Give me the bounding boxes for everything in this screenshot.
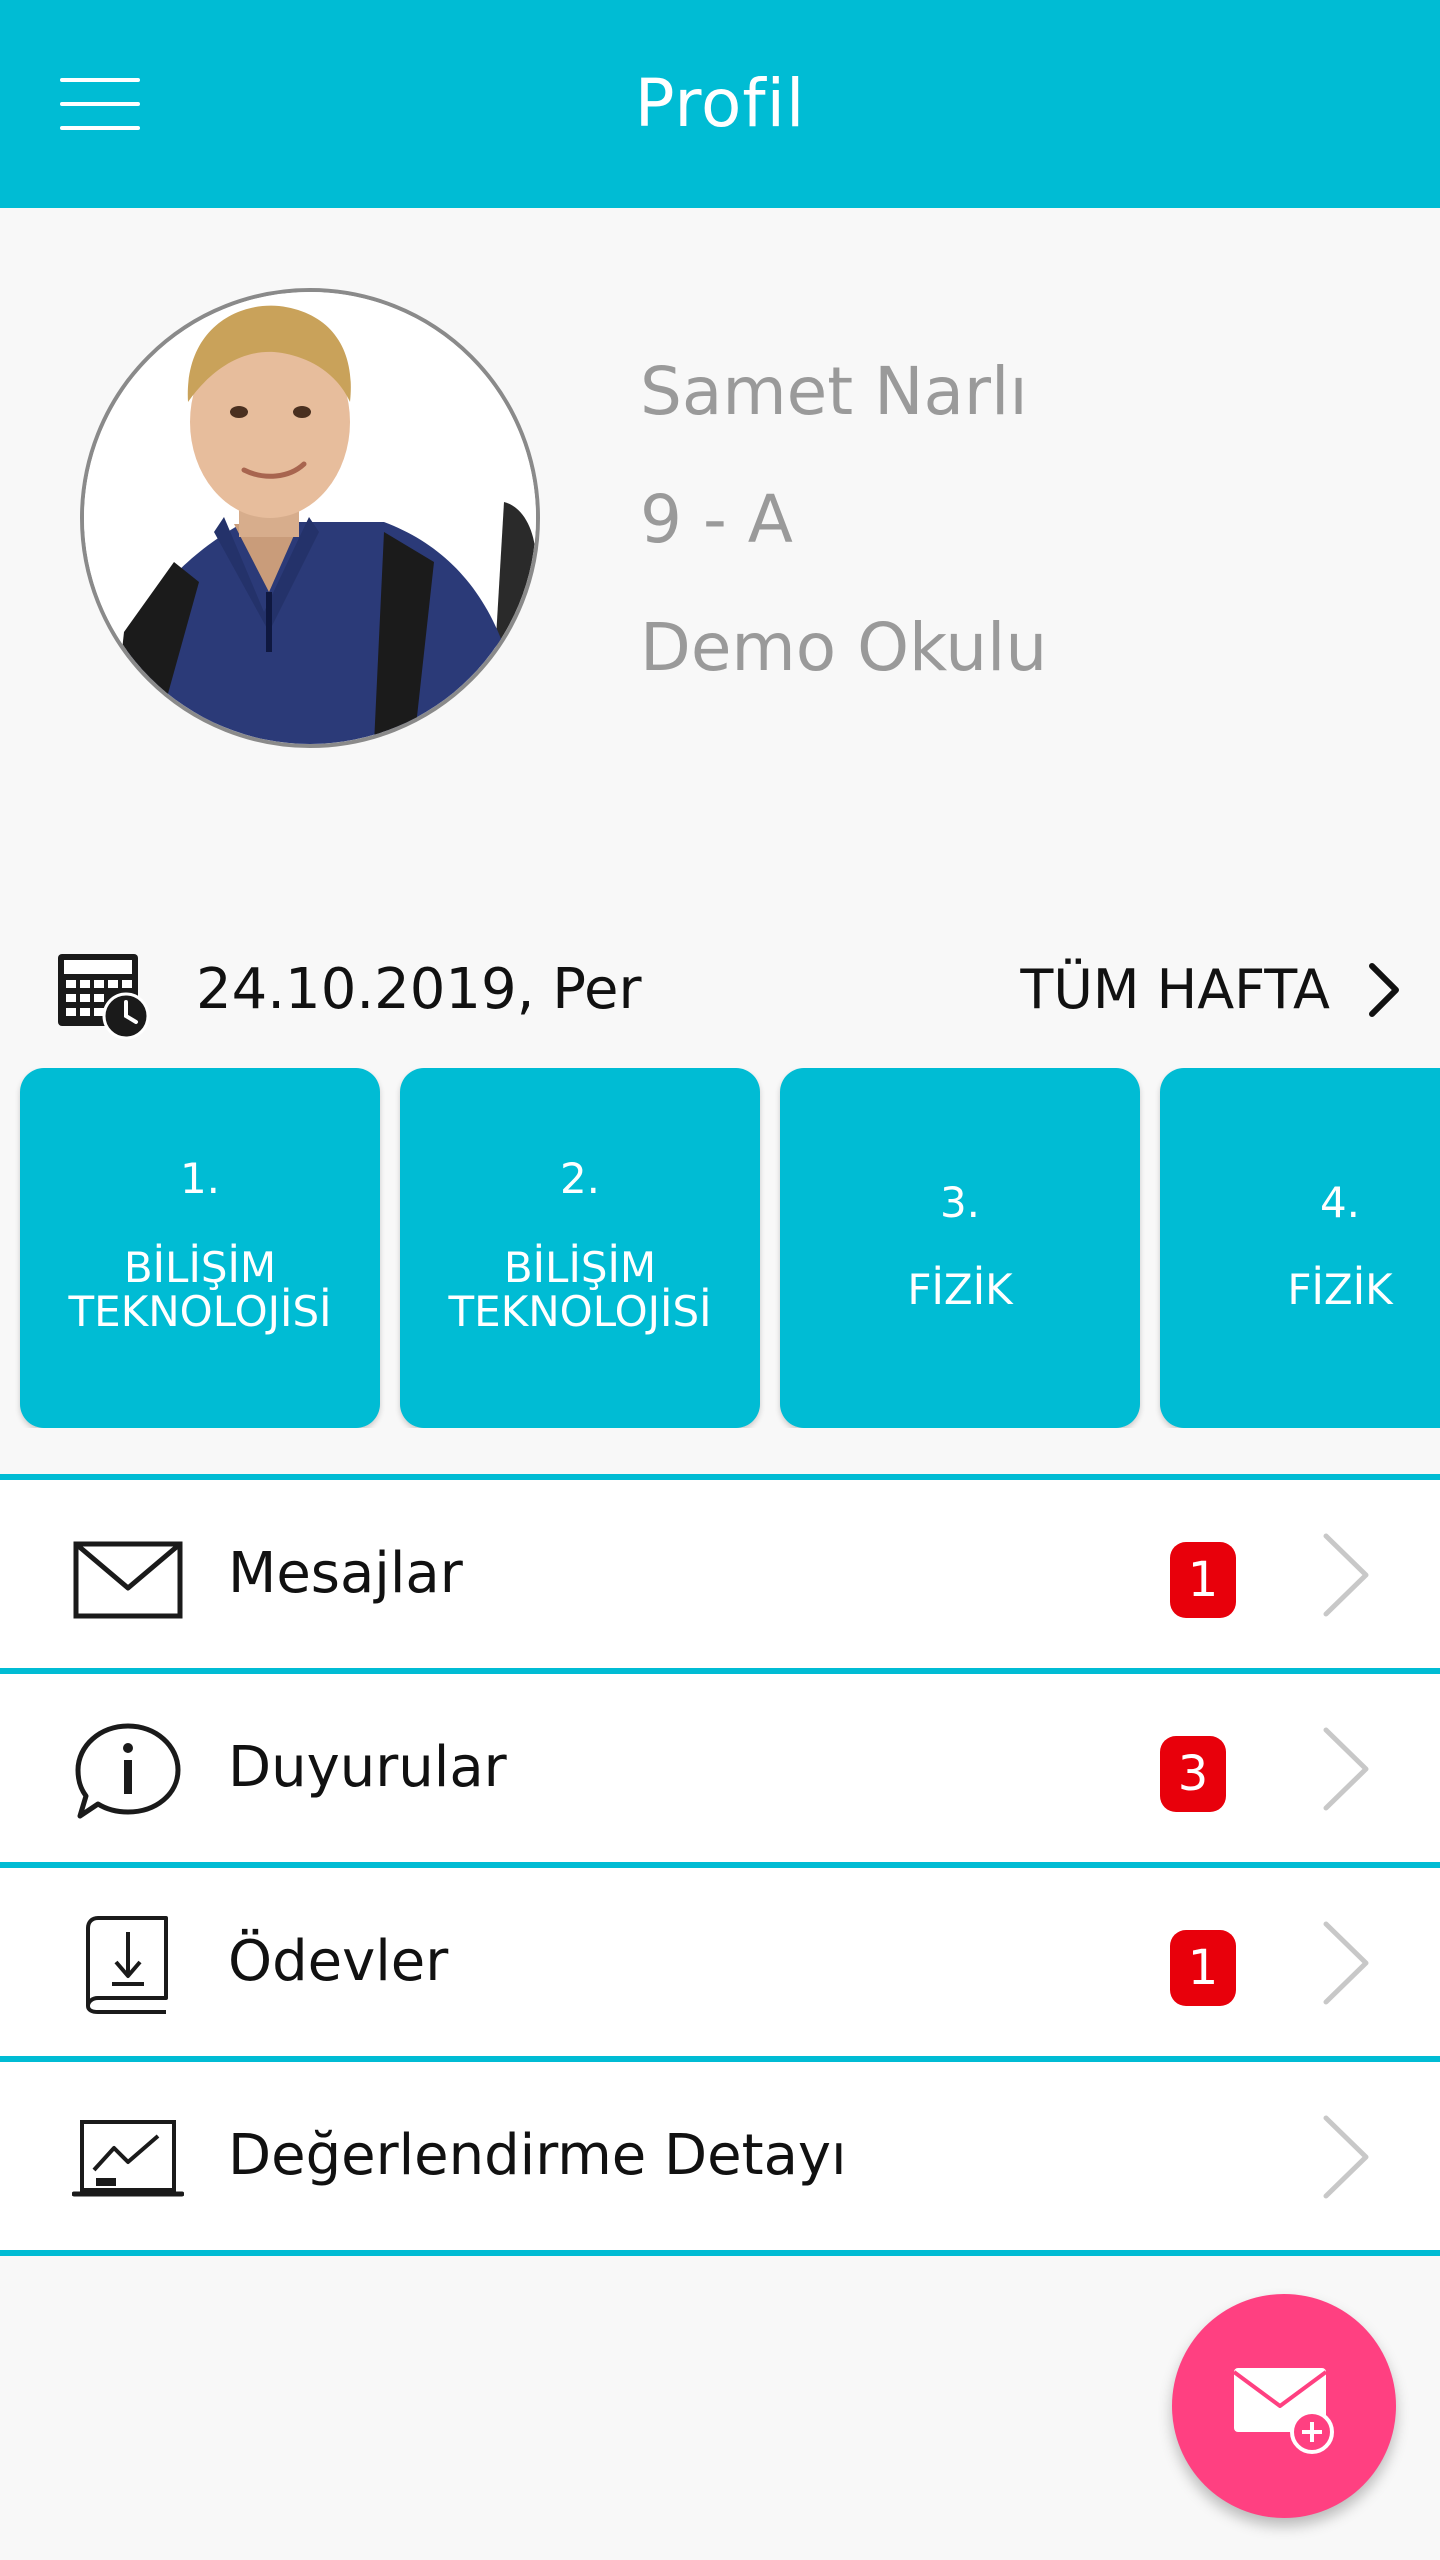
student-name: Samet Narlı <box>640 353 1028 430</box>
envelope-icon <box>73 1541 183 1619</box>
menu-item-announcements[interactable]: Duyurular 3 <box>0 1674 1440 1862</box>
chevron-right-icon <box>1323 2115 1369 2199</box>
menu-label: Değerlendirme Detayı <box>228 2123 847 2188</box>
divider <box>0 2250 1440 2256</box>
menu-item-messages[interactable]: Mesajlar 1 <box>0 1480 1440 1668</box>
all-week-label: TÜM HAFTA <box>1020 958 1330 1021</box>
all-week-link[interactable]: TÜM HAFTA <box>1000 950 1430 1030</box>
lesson-name: BİLİŞİM TEKNOLOJİSİ <box>448 1243 712 1336</box>
compose-message-button[interactable] <box>1172 2294 1396 2518</box>
lesson-carousel[interactable]: 1. BİLİŞİM TEKNOLOJİSİ 2. BİLİŞİM TEKNOL… <box>0 1068 1440 1428</box>
student-class: 9 - A <box>640 481 793 558</box>
menu-label: Mesajlar <box>228 1541 463 1606</box>
unread-badge: 1 <box>1170 1930 1236 2006</box>
chevron-right-icon <box>1323 1921 1369 2005</box>
lesson-card[interactable]: 3. FİZİK <box>780 1068 1140 1428</box>
menu-item-homework[interactable]: Ödevler 1 <box>0 1868 1440 2056</box>
compose-message-icon <box>1232 2368 1334 2454</box>
school-name: Demo Okulu <box>640 609 1048 686</box>
app-bar: Profil <box>0 0 1440 208</box>
unread-badge: 1 <box>1170 1542 1236 1618</box>
chart-board-icon <box>72 2120 184 2197</box>
lesson-name: FİZİK <box>907 1265 1013 1314</box>
lesson-number: 4. <box>1319 1178 1361 1227</box>
book-download-icon <box>86 1916 168 2014</box>
lesson-number: 2. <box>559 1154 601 1203</box>
lesson-card[interactable]: 1. BİLİŞİM TEKNOLOJİSİ <box>20 1068 380 1428</box>
lesson-name: FİZİK <box>1287 1265 1393 1314</box>
lesson-card[interactable]: 4. FİZİK <box>1160 1068 1440 1428</box>
lesson-number: 1. <box>179 1154 221 1203</box>
calendar-clock-icon <box>56 944 152 1040</box>
menu-item-evaluation[interactable]: Değerlendirme Detayı <box>0 2062 1440 2250</box>
chevron-right-icon <box>1369 963 1399 1017</box>
schedule-date: 24.10.2019, Per <box>196 957 642 1022</box>
info-bubble-icon <box>75 1723 181 1819</box>
chevron-right-icon <box>1323 1533 1369 1617</box>
unread-badge: 3 <box>1160 1736 1226 1812</box>
chevron-right-icon <box>1323 1727 1369 1811</box>
lesson-card[interactable]: 2. BİLİŞİM TEKNOLOJİSİ <box>400 1068 760 1428</box>
lesson-number: 3. <box>939 1178 981 1227</box>
avatar <box>80 288 540 748</box>
menu-label: Ödevler <box>228 1929 449 1994</box>
menu-label: Duyurular <box>228 1735 507 1800</box>
lesson-name: BİLİŞİM TEKNOLOJİSİ <box>68 1243 332 1336</box>
page-title: Profil <box>634 65 806 142</box>
